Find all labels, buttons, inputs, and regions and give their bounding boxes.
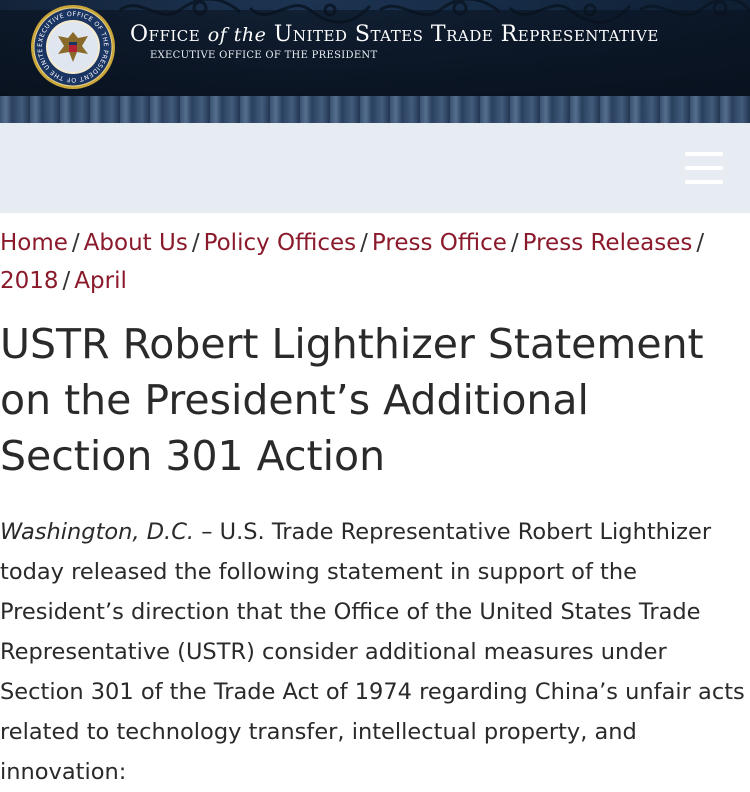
breadcrumb: Home / About Us / Policy Offices / Press Offic… <box>0 224 745 300</box>
menu-line <box>685 166 723 170</box>
dateline: Washington, D.C. <box>0 519 195 545</box>
agency-title-of-the: of the <box>207 24 267 46</box>
agency-title-part2: United States Trade Representative <box>273 22 659 47</box>
breadcrumb-policy-offices[interactable]: Policy Offices <box>204 230 357 256</box>
building-facade <box>0 96 750 123</box>
breadcrumb-about-us[interactable]: About Us <box>84 230 188 256</box>
breadcrumb-separator: / <box>360 230 368 256</box>
menu-line <box>685 180 723 184</box>
breadcrumb-home[interactable]: Home <box>0 230 68 256</box>
breadcrumb-separator: / <box>71 230 80 256</box>
breadcrumb-separator: / <box>62 268 71 294</box>
breadcrumb-separator: / <box>510 230 519 256</box>
agency-subtitle: EXECUTIVE OFFICE OF THE PRESIDENT <box>150 50 378 61</box>
breadcrumb-april[interactable]: April <box>74 268 127 294</box>
breadcrumb-separator: / <box>191 230 200 256</box>
dateline-dash: – <box>201 519 213 545</box>
agency-title-part1: Office <box>130 22 201 47</box>
navigation-bar <box>0 123 750 213</box>
breadcrumb-press-releases[interactable]: Press Releases <box>523 230 693 256</box>
breadcrumb-separator: / <box>696 230 705 256</box>
site-header-banner: EXECUTIVE OFFICE OF THE PRESIDENT OF THE… <box>0 0 750 123</box>
presidential-seal-icon[interactable]: EXECUTIVE OFFICE OF THE PRESIDENT OF THE… <box>30 4 116 90</box>
breadcrumb-press-office[interactable]: Press Office <box>372 230 507 256</box>
page-title: USTR Robert Lighthizer Statement on the … <box>0 320 704 480</box>
hamburger-menu-icon[interactable] <box>685 150 723 186</box>
menu-line <box>685 152 723 156</box>
article-body: Washington, D.C. – U.S. Trade Representa… <box>0 512 748 792</box>
agency-title[interactable]: Office of the United States Trade Repres… <box>130 22 730 52</box>
article-text: U.S. Trade Representative Robert Lighthi… <box>0 519 745 785</box>
breadcrumb-2018[interactable]: 2018 <box>0 268 59 294</box>
